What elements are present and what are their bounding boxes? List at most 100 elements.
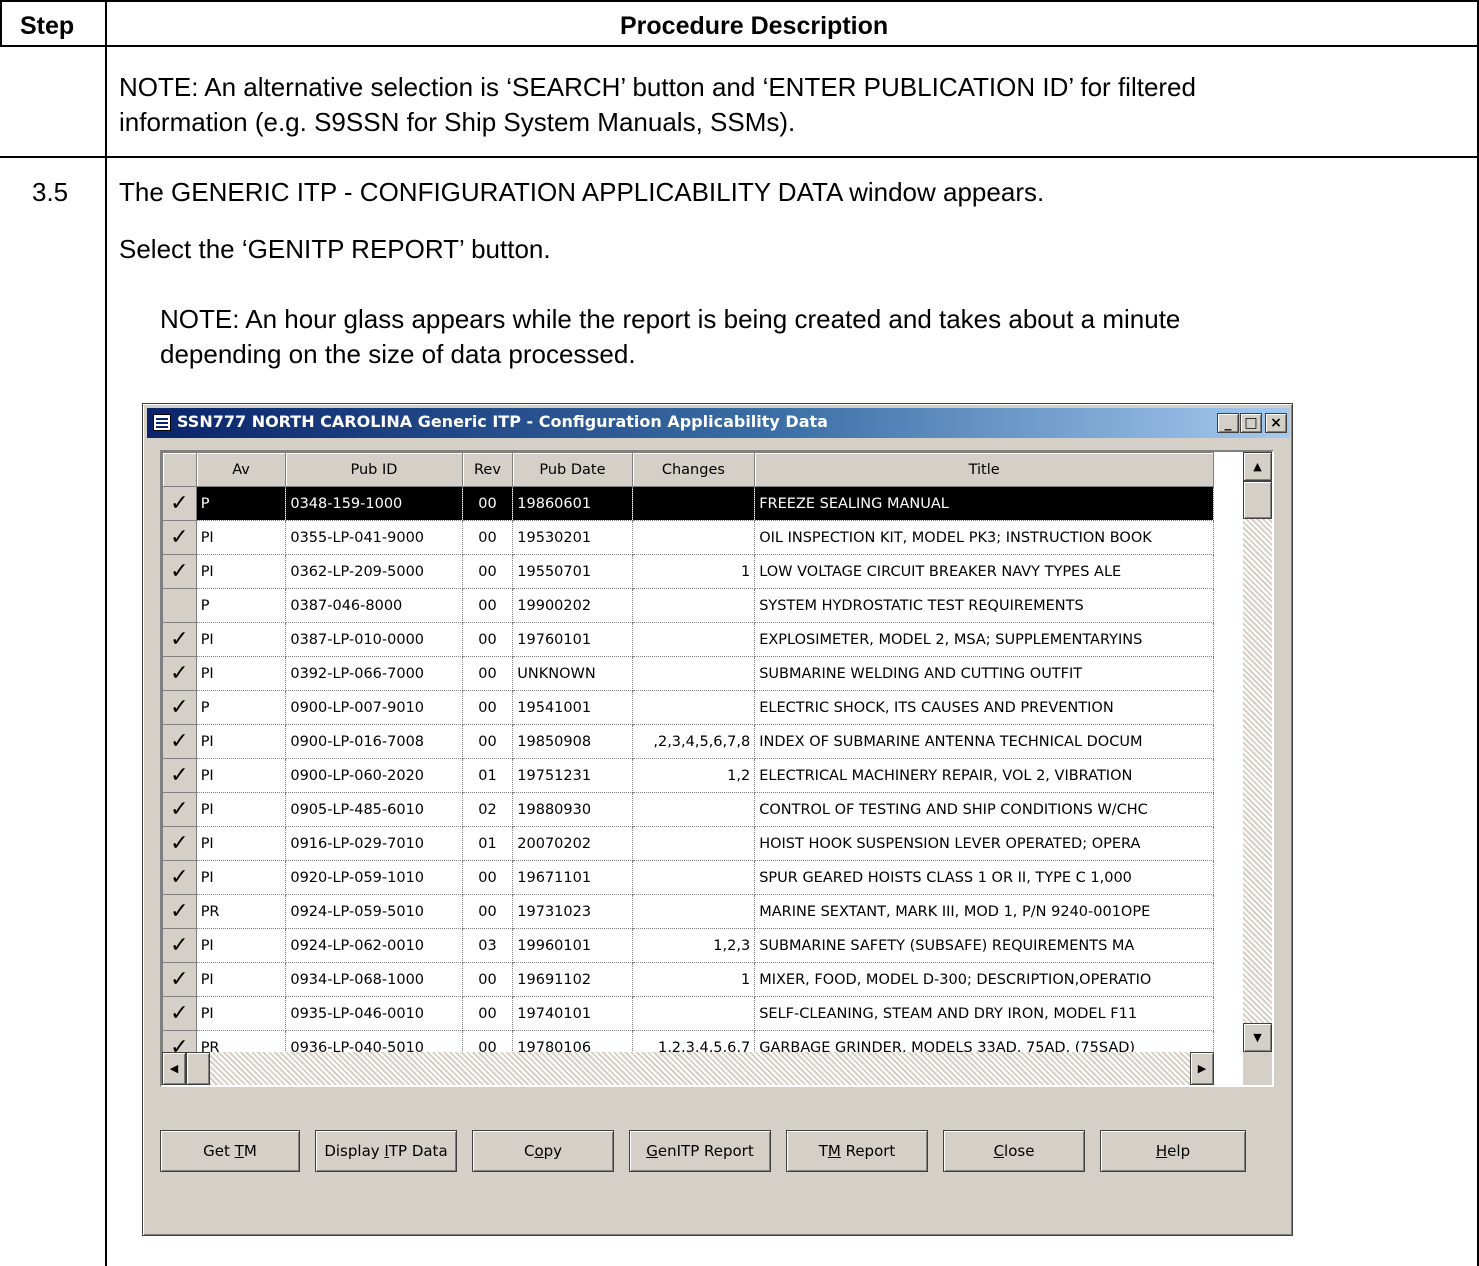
table-row[interactable]: ✓ PI 0900-LP-016-7008 00 19850908,2,3,4,5,6,…: [162, 724, 1214, 759]
cell-pub-id[interactable]: 0900-LP-016-7008: [285, 724, 463, 759]
cell-rev[interactable]: 00: [462, 1030, 514, 1052]
scroll-up-button[interactable]: ▲: [1243, 452, 1272, 481]
cell-title[interactable]: EXPLOSIMETER, MODEL 2, MSA; SUPPLEMENTAR…: [754, 622, 1214, 657]
cell-av[interactable]: PI: [196, 622, 287, 657]
cell-title[interactable]: SYSTEM HYDROSTATIC TEST REQUIREMENTS: [754, 588, 1214, 623]
table-row[interactable]: ✓ PI 0934-LP-068-1000 00 19691102 1 MIXER, FOO…: [162, 962, 1214, 997]
cell-title[interactable]: MARINE SEXTANT, MARK III, MOD 1, P/N 924…: [754, 894, 1214, 929]
cell-changes[interactable]: [632, 996, 756, 1031]
cell-title[interactable]: SUBMARINE WELDING AND CUTTING OUTFIT: [754, 656, 1214, 691]
cell-changes[interactable]: 1: [632, 962, 756, 997]
cell-pub-id[interactable]: 0392-LP-066-7000: [285, 656, 463, 691]
cell-av[interactable]: PI: [196, 792, 287, 827]
cell-changes[interactable]: [632, 792, 756, 827]
column-header-changes[interactable]: Changes: [631, 452, 756, 487]
cell-av[interactable]: PI: [196, 826, 287, 861]
cell-pub-date[interactable]: 19900202: [512, 588, 633, 623]
table-row[interactable]: ✓ PI 0935-LP-046-0010 00 19740101 SELF-CLEANI…: [162, 996, 1214, 1031]
cell-rev[interactable]: 00: [462, 894, 514, 929]
cell-rev[interactable]: 00: [462, 656, 514, 691]
display-itp-data-button[interactable]: Display ITP Data: [315, 1130, 457, 1172]
scroll-left-button[interactable]: ◀: [162, 1052, 186, 1085]
cell-pub-id[interactable]: 0348-159-1000: [285, 486, 463, 521]
cell-av[interactable]: PI: [196, 724, 287, 759]
cell-title[interactable]: SUBMARINE SAFETY (SUBSAFE) REQUIREMENTS …: [754, 928, 1214, 963]
cell-pub-id[interactable]: 0355-LP-041-9000: [285, 520, 463, 555]
genitp-report-button[interactable]: GenITP Report: [629, 1130, 771, 1172]
cell-av[interactable]: PI: [196, 928, 287, 963]
horizontal-scrollbar[interactable]: ◀ ▶: [162, 1052, 1214, 1085]
cell-changes[interactable]: [632, 588, 756, 623]
cell-pub-date[interactable]: 19780106: [512, 1030, 633, 1052]
table-row[interactable]: ✓ PI 0905-LP-485-6010 02 19880930 CONTROL OF …: [162, 792, 1214, 827]
cell-pub-id[interactable]: 0924-LP-062-0010: [285, 928, 463, 963]
table-row[interactable]: P 0387-046-8000 00 19900202 SYSTEM HYDROSTAT…: [162, 588, 1214, 623]
column-header-title[interactable]: Title: [754, 452, 1214, 487]
cell-av[interactable]: PI: [196, 758, 287, 793]
cell-pub-id[interactable]: 0936-LP-040-5010: [285, 1030, 463, 1052]
cell-av[interactable]: PR: [196, 894, 287, 929]
window-title-bar[interactable]: SSN777 NORTH CAROLINA Generic ITP - Conf…: [147, 408, 1290, 438]
table-row[interactable]: ✓ P 0348-159-1000 00 19860601 FREEZE SEALING …: [162, 486, 1214, 521]
cell-av[interactable]: P: [196, 588, 287, 623]
cell-title[interactable]: HOIST HOOK SUSPENSION LEVER OPERATED; OP…: [754, 826, 1214, 861]
scroll-down-button[interactable]: ▼: [1243, 1023, 1272, 1052]
cell-pub-date[interactable]: 19760101: [512, 622, 633, 657]
row-selector[interactable]: ✓: [162, 724, 197, 759]
cell-rev[interactable]: 03: [462, 928, 514, 963]
row-selector[interactable]: ✓: [162, 928, 197, 963]
close-button[interactable]: Close: [943, 1130, 1085, 1172]
row-selector[interactable]: ✓: [162, 690, 197, 725]
cell-pub-id[interactable]: 0905-LP-485-6010: [285, 792, 463, 827]
cell-av[interactable]: PI: [196, 962, 287, 997]
cell-rev[interactable]: 00: [462, 486, 514, 521]
cell-changes[interactable]: ,2,3,4,5,6,7,8: [632, 724, 756, 759]
row-selector[interactable]: ✓: [162, 520, 197, 555]
cell-title[interactable]: SPUR GEARED HOISTS CLASS 1 OR II, TYPE C…: [754, 860, 1214, 895]
cell-pub-id[interactable]: 0934-LP-068-1000: [285, 962, 463, 997]
cell-title[interactable]: OIL INSPECTION KIT, MODEL PK3; INSTRUCTI…: [754, 520, 1214, 555]
cell-av[interactable]: PR: [196, 1030, 287, 1052]
cell-av[interactable]: PI: [196, 520, 287, 555]
table-row[interactable]: ✓ P 0900-LP-007-9010 00 19541001 ELECTRIC SHO…: [162, 690, 1214, 725]
cell-title[interactable]: GARBAGE GRINDER, MODELS 33AD, 75AD, (75S…: [754, 1030, 1214, 1052]
table-row[interactable]: ✓ PI 0387-LP-010-0000 00 19760101 EXPLOSIMETE…: [162, 622, 1214, 657]
table-row[interactable]: ✓ PI 0362-LP-209-5000 00 19550701 1 LOW VOLTAG…: [162, 554, 1214, 589]
maximize-button[interactable]: □: [1240, 413, 1262, 433]
cell-pub-date[interactable]: 19740101: [512, 996, 633, 1031]
table-row[interactable]: ✓ PI 0924-LP-062-0010 03 19960101 1,2,3 SUBMAR…: [162, 928, 1214, 963]
cell-rev[interactable]: 00: [462, 996, 514, 1031]
copy-button[interactable]: Copy: [472, 1130, 614, 1172]
cell-pub-date[interactable]: 19960101: [512, 928, 633, 963]
cell-pub-date[interactable]: 20070202: [512, 826, 633, 861]
cell-pub-id[interactable]: 0935-LP-046-0010: [285, 996, 463, 1031]
cell-pub-date[interactable]: 19751231: [512, 758, 633, 793]
cell-pub-id[interactable]: 0387-LP-010-0000: [285, 622, 463, 657]
cell-pub-id[interactable]: 0924-LP-059-5010: [285, 894, 463, 929]
table-row[interactable]: ✓ PI 0900-LP-060-2020 01 19751231 1,2 ELECTRIC…: [162, 758, 1214, 793]
row-selector[interactable]: ✓: [162, 860, 197, 895]
row-selector[interactable]: ✓: [162, 622, 197, 657]
cell-rev[interactable]: 00: [462, 690, 514, 725]
cell-pub-date[interactable]: 19850908: [512, 724, 633, 759]
cell-pub-date[interactable]: 19541001: [512, 690, 633, 725]
cell-pub-date[interactable]: 19530201: [512, 520, 633, 555]
table-row[interactable]: ✓ PI 0355-LP-041-9000 00 19530201 OIL INSPECT…: [162, 520, 1214, 555]
cell-rev[interactable]: 01: [462, 758, 514, 793]
cell-changes[interactable]: 1: [632, 554, 756, 589]
table-row[interactable]: ✓ PR 0936-LP-040-5010 00 19780106 1,2,3,4,5,6…: [162, 1030, 1214, 1052]
cell-pub-date[interactable]: 19731023: [512, 894, 633, 929]
cell-title[interactable]: ELECTRICAL MACHINERY REPAIR, VOL 2, VIBR…: [754, 758, 1214, 793]
cell-pub-id[interactable]: 0900-LP-060-2020: [285, 758, 463, 793]
get-tm-button[interactable]: Get TM: [160, 1130, 300, 1172]
row-selector[interactable]: ✓: [162, 792, 197, 827]
row-selector[interactable]: [162, 588, 197, 623]
cell-av[interactable]: PI: [196, 860, 287, 895]
cell-av[interactable]: PI: [196, 656, 287, 691]
table-row[interactable]: ✓ PI 0916-LP-029-7010 01 20070202 HOIST HOOK …: [162, 826, 1214, 861]
table-row[interactable]: ✓ PR 0924-LP-059-5010 00 19731023 MARINE SEXT…: [162, 894, 1214, 929]
row-selector[interactable]: ✓: [162, 1030, 197, 1052]
cell-av[interactable]: PI: [196, 996, 287, 1031]
cell-pub-date[interactable]: 19860601: [512, 486, 633, 521]
cell-title[interactable]: ELECTRIC SHOCK, ITS CAUSES AND PREVENTIO…: [754, 690, 1214, 725]
